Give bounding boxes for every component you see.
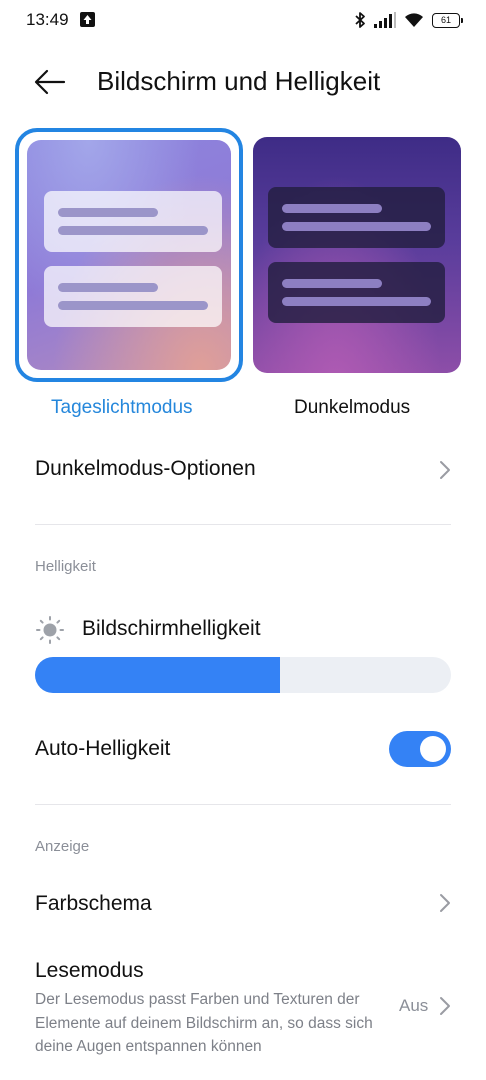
preview-line (58, 208, 158, 217)
auto-brightness-label: Auto-Helligkeit (35, 737, 171, 760)
reading-mode-label: Lesemodus (35, 959, 144, 982)
dark-mode-options-row[interactable]: Dunkelmodus-Optionen (0, 440, 486, 500)
chevron-right-icon (440, 461, 450, 479)
dark-mode-options-label: Dunkelmodus-Optionen (35, 457, 256, 480)
preview-line (282, 279, 382, 288)
wifi-icon (405, 13, 423, 27)
chevron-right-icon (440, 894, 450, 912)
light-mode-preview (27, 140, 231, 370)
dark-mode-card[interactable] (253, 137, 461, 373)
status-icons: 61 (354, 9, 463, 31)
preview-line (58, 283, 158, 292)
color-scheme-label: Farbschema (35, 892, 152, 915)
brightness-label: Bildschirmhelligkeit (82, 617, 261, 640)
preview-line (58, 301, 208, 310)
brightness-section-header: Helligkeit (35, 558, 96, 575)
brightness-slider[interactable] (35, 657, 451, 693)
arrow-left-icon (34, 69, 66, 95)
status-time: 13:49 (26, 10, 69, 29)
preview-panel (268, 262, 445, 323)
reading-mode-description: Der Lesemodus passt Farben und Texturen … (35, 991, 373, 1055)
color-scheme-row[interactable]: Farbschema (0, 872, 486, 934)
display-section-header: Anzeige (35, 838, 90, 855)
preview-panel (268, 187, 445, 248)
chevron-right-icon (440, 997, 450, 1015)
reading-mode-value: Aus (399, 996, 429, 1015)
sun-icon (36, 616, 64, 644)
preview-line (282, 204, 382, 213)
back-button[interactable] (34, 68, 66, 96)
preview-panel (44, 266, 222, 327)
signal-icon (374, 12, 396, 28)
preview-panel (44, 191, 222, 252)
preview-line (282, 297, 431, 306)
auto-brightness-toggle[interactable] (389, 731, 451, 767)
battery-icon: 61 (432, 12, 463, 28)
divider (35, 524, 451, 525)
toggle-knob (420, 736, 446, 762)
light-mode-label[interactable]: Tageslichtmodus (51, 397, 193, 419)
brightness-slider-fill (35, 657, 281, 693)
battery-level: 61 (440, 14, 451, 25)
divider (35, 804, 451, 805)
upload-notification-icon (80, 12, 95, 27)
bluetooth-icon (355, 12, 365, 28)
dark-mode-label[interactable]: Dunkelmodus (294, 397, 410, 419)
light-mode-card[interactable] (15, 128, 243, 382)
page-title: Bildschirm und Helligkeit (97, 66, 381, 96)
preview-line (58, 226, 208, 235)
preview-line (282, 222, 431, 231)
